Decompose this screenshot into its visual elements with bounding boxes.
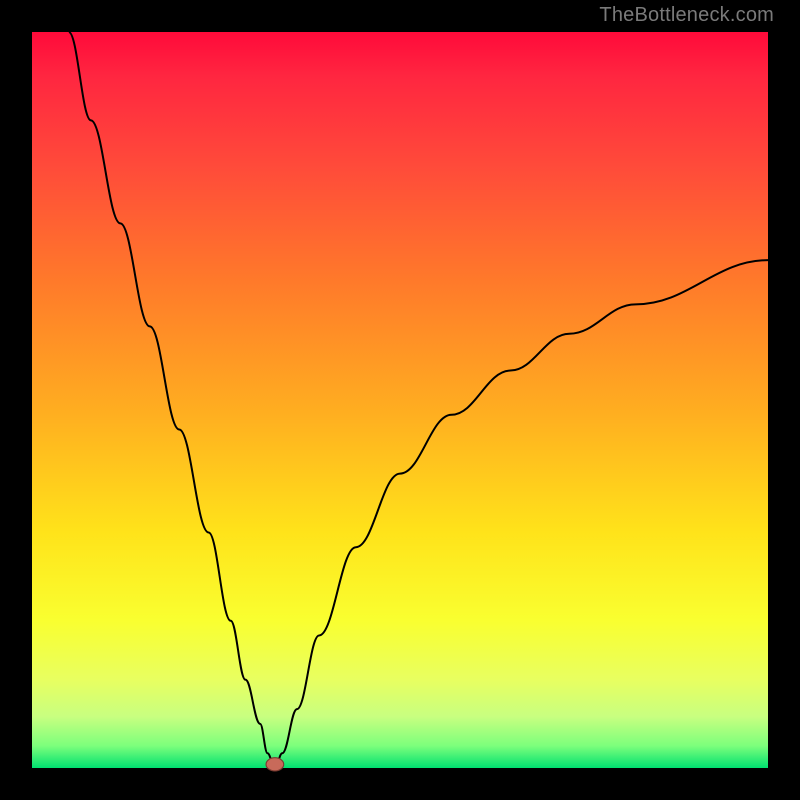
minimum-marker xyxy=(266,758,284,771)
bottleneck-curve xyxy=(69,32,768,768)
chart-frame: TheBottleneck.com xyxy=(0,0,800,800)
plot-area xyxy=(32,32,768,768)
marker-group xyxy=(266,758,284,771)
chart-svg xyxy=(32,32,768,768)
watermark-text: TheBottleneck.com xyxy=(599,4,774,27)
curve-group xyxy=(69,32,768,768)
